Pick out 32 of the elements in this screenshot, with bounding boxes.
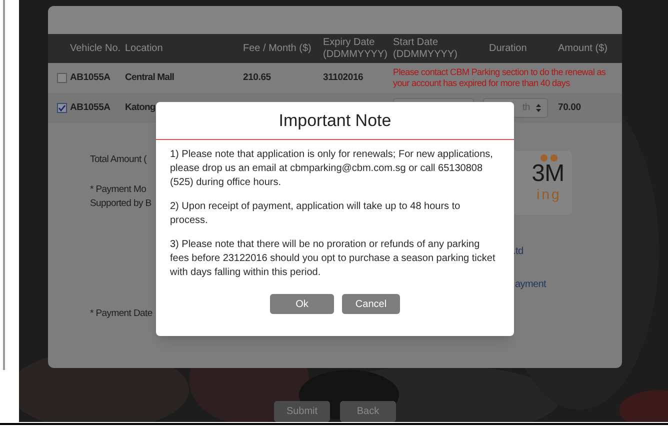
column-header: Start Date (DDMMYYYY) [393,36,458,60]
total-amount-label: Total Amount ( [90,153,147,167]
checkbox[interactable] [57,73,67,83]
payment-date-label: * Payment Date [90,307,152,321]
dialog-paragraph: 2) Upon receipt of payment, application will take up to 48 hours to process. [170,200,462,228]
link[interactable]: ayment [515,277,546,292]
column-header: Vehicle No. [70,42,122,54]
link[interactable]: .td [513,244,524,259]
dialog-button[interactable]: Cancel [342,294,400,314]
dialog-paragraph: 3) Please note that there will be no proration or refunds of any parking fees before 23122016 should you opt to purchase a season parking ticket with days falling within this period. [170,238,496,280]
dots-icon [540,154,560,162]
column-header: Location [125,42,164,54]
table-cell-text: Katong [125,100,156,115]
column-header: Expiry Date (DDMMYYYY) [323,36,388,60]
checkmark-icon [58,104,66,112]
table-cell-text: 210.65 [243,70,272,85]
table-cell-text: 31102016 [323,70,364,85]
dialog-button[interactable]: Ok [270,294,334,314]
up-down-caret-icon [536,104,541,112]
dialog-title: Important Note [278,110,392,132]
dialog-paragraph: 1) Please note that application is only for renewals; For new applications, please drop us an email at cbmparking@cbm.com.sg or call 65130808 (525) during office hours. [170,148,494,190]
payment-mode-label: * Payment Mo [90,183,146,197]
error-message: Please contact CBM Parking section to do the renewal as your account has expired for more than 40 days [393,67,607,89]
table-cell-text: AB1055A [70,100,112,115]
column-header: Amount ($) [558,42,608,54]
checkbox[interactable] [57,103,67,113]
table-cell-text: Central Mall [125,70,176,85]
column-header: Fee / Month ($) [243,42,312,54]
table-cell-text: 70.00 [558,100,582,115]
supported-by-label: Supported by B [90,197,152,211]
column-header: Duration [488,42,528,54]
table-cell-text: AB1055A [70,70,112,85]
